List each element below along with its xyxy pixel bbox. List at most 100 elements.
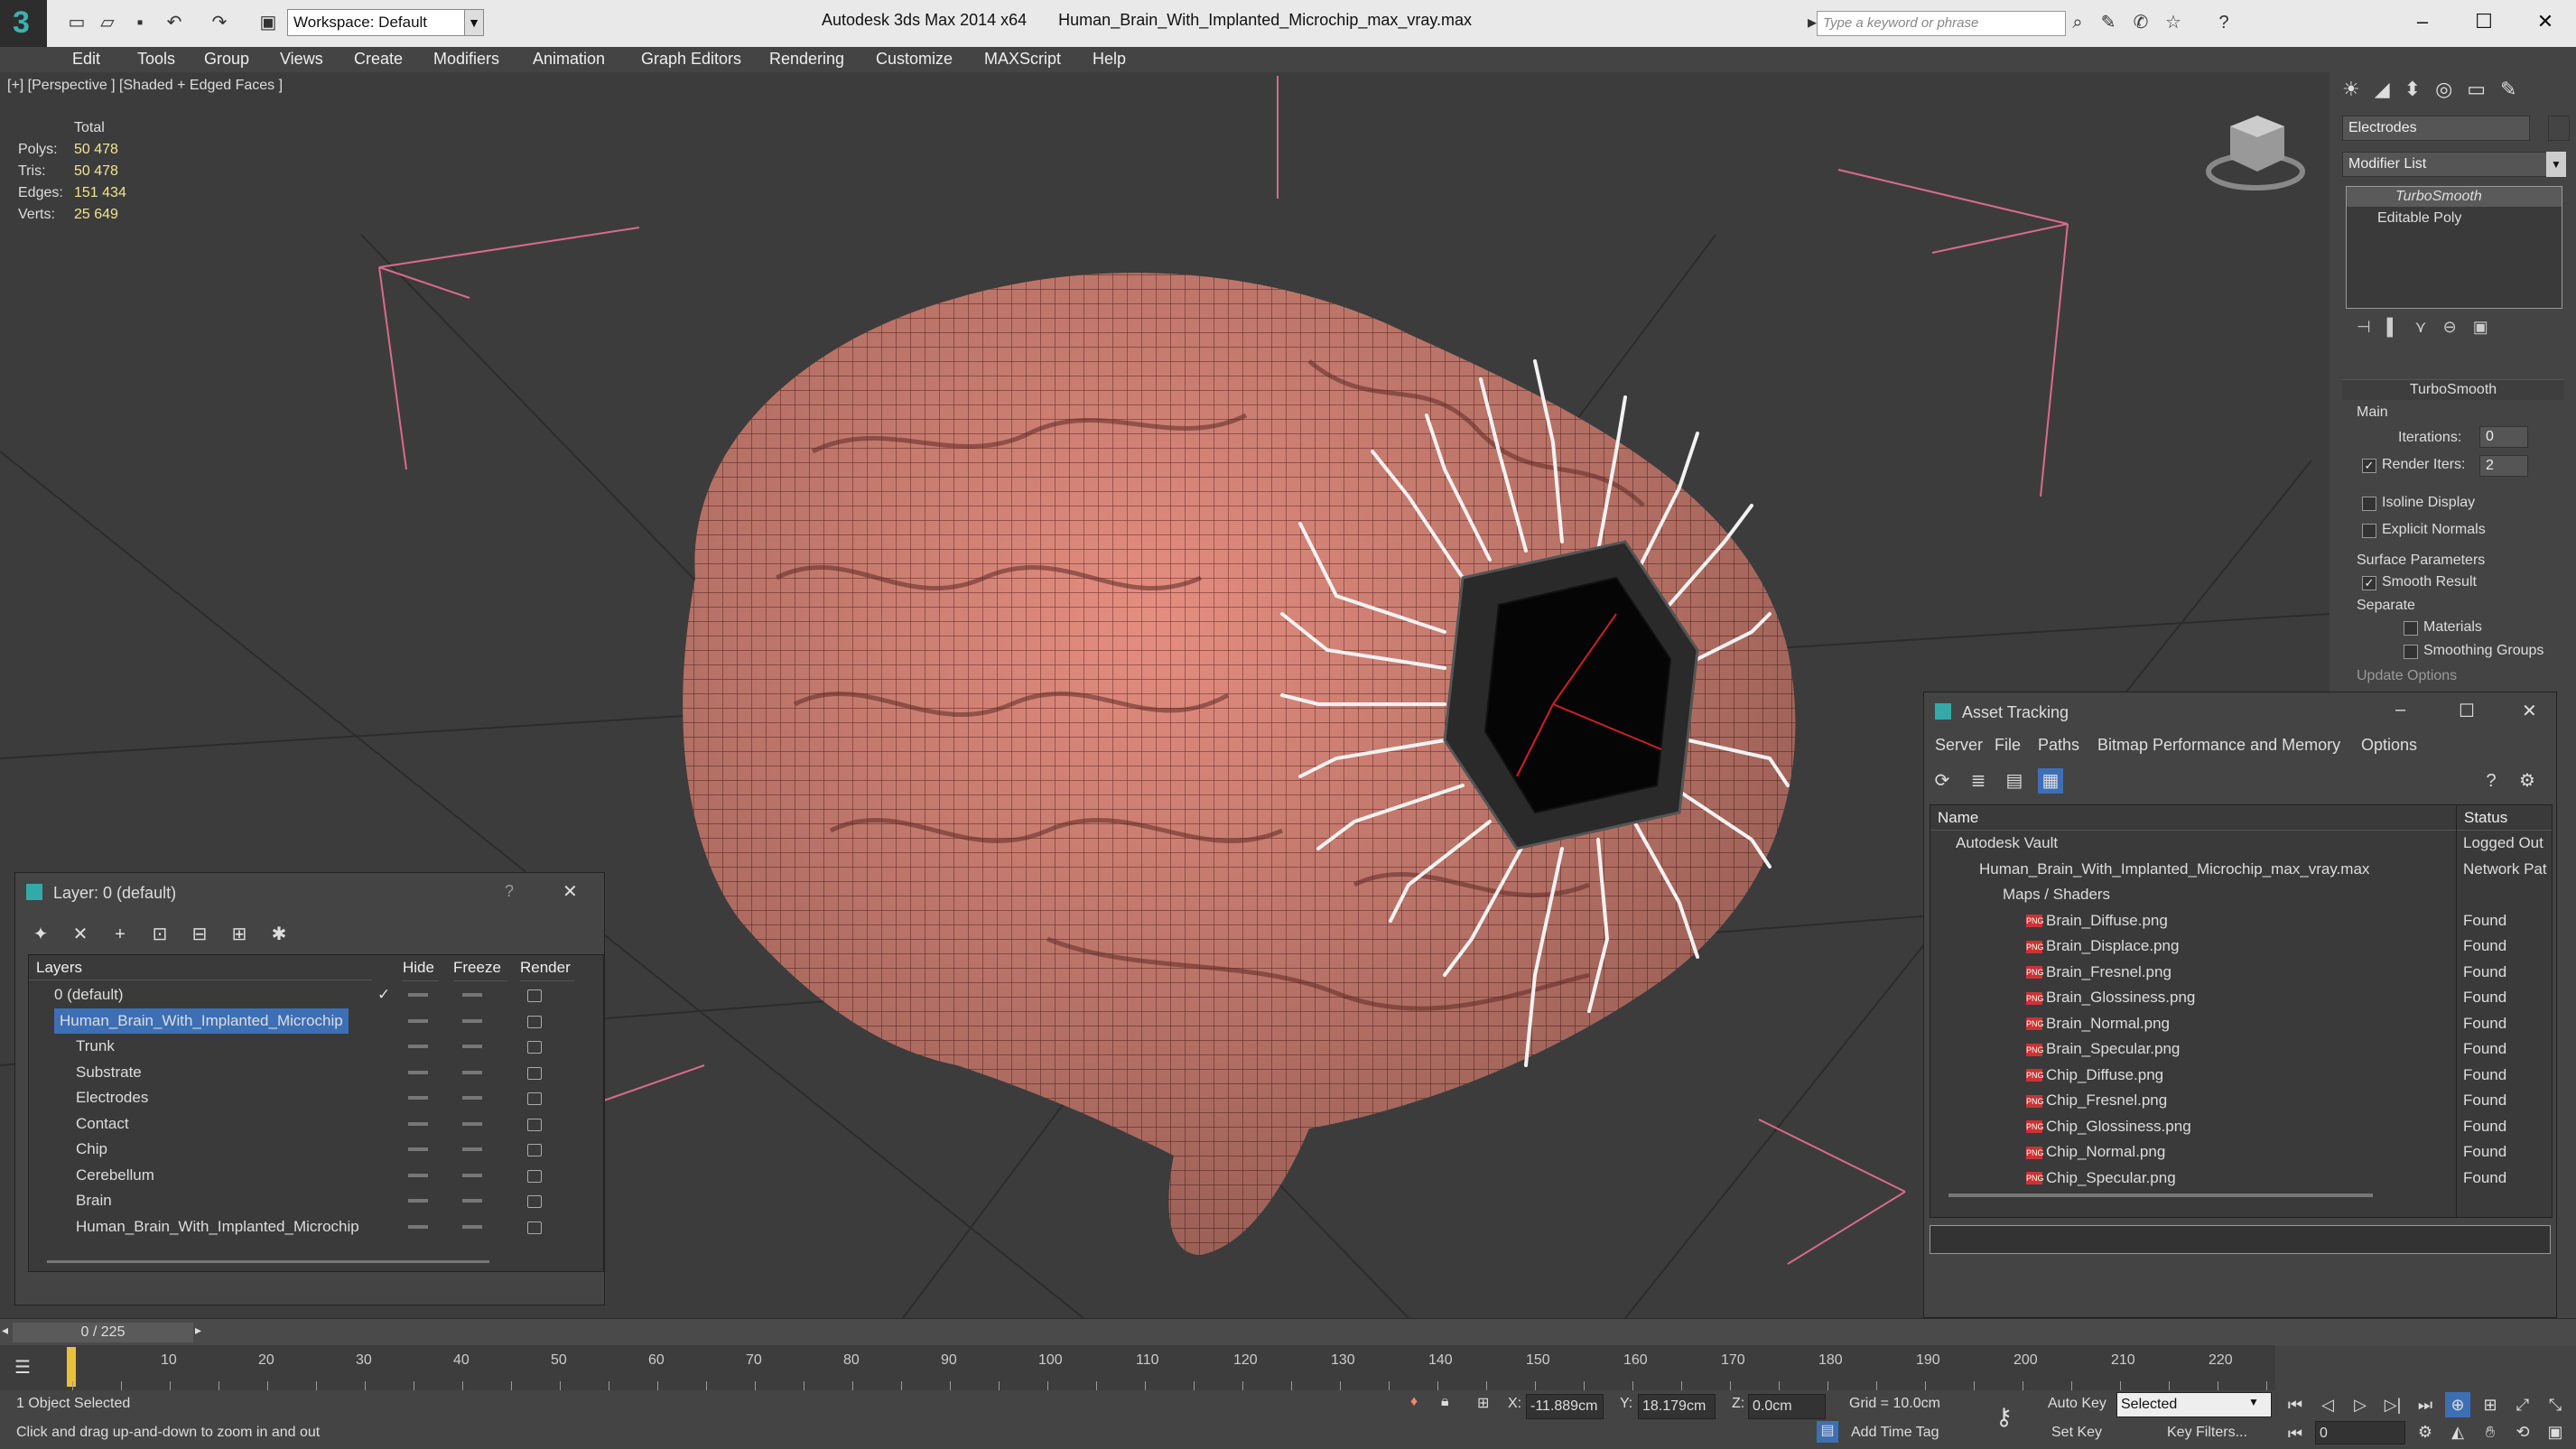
render-toggle-icon[interactable] [527,1221,542,1234]
render-toggle-icon[interactable] [527,1092,542,1105]
next-frame-arrow-icon[interactable]: ▸ [195,1323,201,1338]
lock-icon[interactable]: 🔒︎ [1441,1394,1449,1410]
table-view-icon[interactable]: ▦ [2038,768,2063,794]
layer-row[interactable]: Brain [29,1188,603,1213]
save-icon[interactable]: ▪ [128,11,152,34]
play-icon[interactable]: ▷ [2348,1392,2373,1417]
field-of-view-icon[interactable]: ◭ [2445,1419,2470,1444]
freeze-toggle[interactable] [462,1018,482,1023]
horizontal-scrollbar[interactable] [47,1260,489,1263]
table-row[interactable]: PNG Chip_Specular.png Found [1930,1166,2552,1191]
zoom-extents-all-icon[interactable]: ⤡ [2543,1392,2568,1417]
active-layer-check-icon[interactable]: ✓ [377,982,390,1008]
auto-key-button[interactable]: Auto Key [2048,1396,2106,1412]
column-hide[interactable]: Hide [403,955,439,981]
menu-group[interactable]: Group [204,50,249,69]
menu-bitmap-performance[interactable]: Bitmap Performance and Memory [2097,736,2340,755]
absolute-mode-icon[interactable]: ⊞ [1477,1394,1489,1412]
minimize-button[interactable]: – [2395,700,2405,720]
help-icon[interactable]: ? [505,882,514,901]
go-to-end-icon[interactable]: ⏭ [2413,1392,2438,1417]
hide-toggle[interactable] [408,1199,428,1203]
render-toggle-icon[interactable] [527,1118,542,1131]
chevron-down-icon[interactable]: ▼ [2546,152,2566,177]
freeze-toggle[interactable] [462,1121,482,1126]
time-slider-handle[interactable]: 0 / 225 [13,1323,193,1342]
asset-path-field[interactable] [1930,1225,2551,1254]
freeze-toggle[interactable] [462,1173,482,1177]
table-row[interactable]: PNG Brain_Diffuse.png Found [1930,908,2552,933]
time-tag-icon[interactable]: ▤ [1817,1421,1838,1443]
table-row[interactable]: PNG Brain_Displace.png Found [1930,933,2552,959]
menu-tools[interactable]: Tools [137,50,175,69]
table-row[interactable]: PNG Brain_Glossiness.png Found [1930,985,2552,1010]
menu-customize[interactable]: Customize [876,50,953,69]
hide-toggle[interactable] [408,1173,428,1177]
zoom-icon[interactable]: ⊕ [2445,1392,2470,1417]
render-toggle-icon[interactable] [527,1066,542,1080]
layer-row[interactable]: Substrate [29,1060,603,1085]
subscription-icon[interactable]: ✎ [2097,11,2120,34]
y-coordinate-field[interactable]: 18.179cm [1638,1394,1716,1419]
render-toggle-icon[interactable] [527,1169,542,1183]
key-filters-button[interactable]: Key Filters... [2167,1425,2247,1441]
hide-toggle[interactable] [408,993,428,997]
stack-item-editable-poly[interactable]: Editable Poly [2347,209,2562,228]
select-objects-icon[interactable]: ⊡ [147,922,172,947]
freeze-toggle[interactable] [462,1096,482,1100]
highlight-layer-icon[interactable]: ⊟ [187,922,212,947]
x-coordinate-field[interactable]: -11.889cm [1526,1394,1604,1419]
layer-row[interactable]: 0 (default) ✓ [29,982,603,1008]
prev-frame-arrow-icon[interactable]: ◂ [2,1323,8,1338]
freeze-all-icon[interactable]: ✱ [266,922,292,947]
view-cube[interactable] [2206,116,2305,190]
current-frame-field[interactable]: 0 [2315,1421,2405,1444]
table-row[interactable]: PNG Chip_Glossiness.png Found [1930,1114,2552,1139]
layer-row[interactable]: Cerebellum [29,1163,603,1188]
render-toggle-icon[interactable] [527,1015,542,1028]
hide-toggle[interactable] [408,1147,428,1151]
refresh-icon[interactable]: ⟳ [1930,768,1955,794]
time-config-icon[interactable]: ⚙ [2413,1419,2438,1444]
column-status[interactable]: Status [2457,805,2552,831]
thumbnail-view-icon[interactable]: ▤ [2002,768,2027,794]
chevron-down-icon[interactable]: ▼ [2248,1396,2259,1408]
add-selected-icon[interactable]: + [107,922,133,947]
menu-file[interactable]: File [1995,736,2021,755]
render-iters-checkbox[interactable]: ✓ [2362,459,2376,473]
table-row[interactable]: PNG Brain_Normal.png Found [1930,1011,2552,1036]
table-row[interactable]: Maps / Shaders [1930,882,2552,907]
explicit-normals-checkbox[interactable] [2362,524,2376,538]
help-icon[interactable]: ? [2212,11,2236,34]
minimize-button[interactable]: – [2402,5,2443,38]
smoothing-groups-checkbox[interactable] [2404,645,2418,659]
zoom-all-icon[interactable]: ⊞ [2478,1392,2503,1417]
redo-icon[interactable]: ↷ [208,11,231,34]
layer-row[interactable]: Human_Brain_With_Implanted_Microchip [29,1214,603,1240]
pan-icon[interactable]: ✋︎ [2478,1419,2503,1444]
layer-row[interactable]: Chip [29,1137,603,1162]
current-frame-marker[interactable] [67,1347,76,1387]
hide-toggle[interactable] [408,1070,428,1074]
hide-toggle[interactable] [408,1045,428,1048]
delete-layer-icon[interactable]: ✕ [68,922,93,947]
go-to-start-icon[interactable]: ⏮ [2283,1392,2308,1417]
previous-frame-icon[interactable]: ◁ [2315,1392,2340,1417]
menu-maxscript[interactable]: MAXScript [984,50,1061,69]
menu-paths[interactable]: Paths [2038,736,2079,755]
column-layers[interactable]: Layers [29,955,372,980]
materials-checkbox[interactable] [2404,621,2418,636]
table-row[interactable]: PNG Chip_Normal.png Found [1930,1139,2552,1165]
table-row[interactable]: PNG Brain_Fresnel.png Found [1930,960,2552,985]
orbit-icon[interactable]: ⟲ [2510,1419,2535,1444]
table-row[interactable]: PNG Brain_Specular.png Found [1930,1036,2552,1062]
object-name-field[interactable]: Electrodes [2342,116,2530,141]
key-mode-icon[interactable]: ⏮ [2283,1421,2308,1446]
column-freeze[interactable]: Freeze [453,955,507,981]
menu-animation[interactable]: Animation [533,50,605,69]
search-input[interactable]: Type a keyword or phrase [1817,11,2066,36]
table-row[interactable]: PNG Chip_Diffuse.png Found [1930,1063,2552,1088]
menu-rendering[interactable]: Rendering [769,50,844,69]
hide-toggle[interactable] [408,1096,428,1100]
viewport-label[interactable]: [+] [Perspective ] [Shaded + Edged Faces… [7,78,283,94]
